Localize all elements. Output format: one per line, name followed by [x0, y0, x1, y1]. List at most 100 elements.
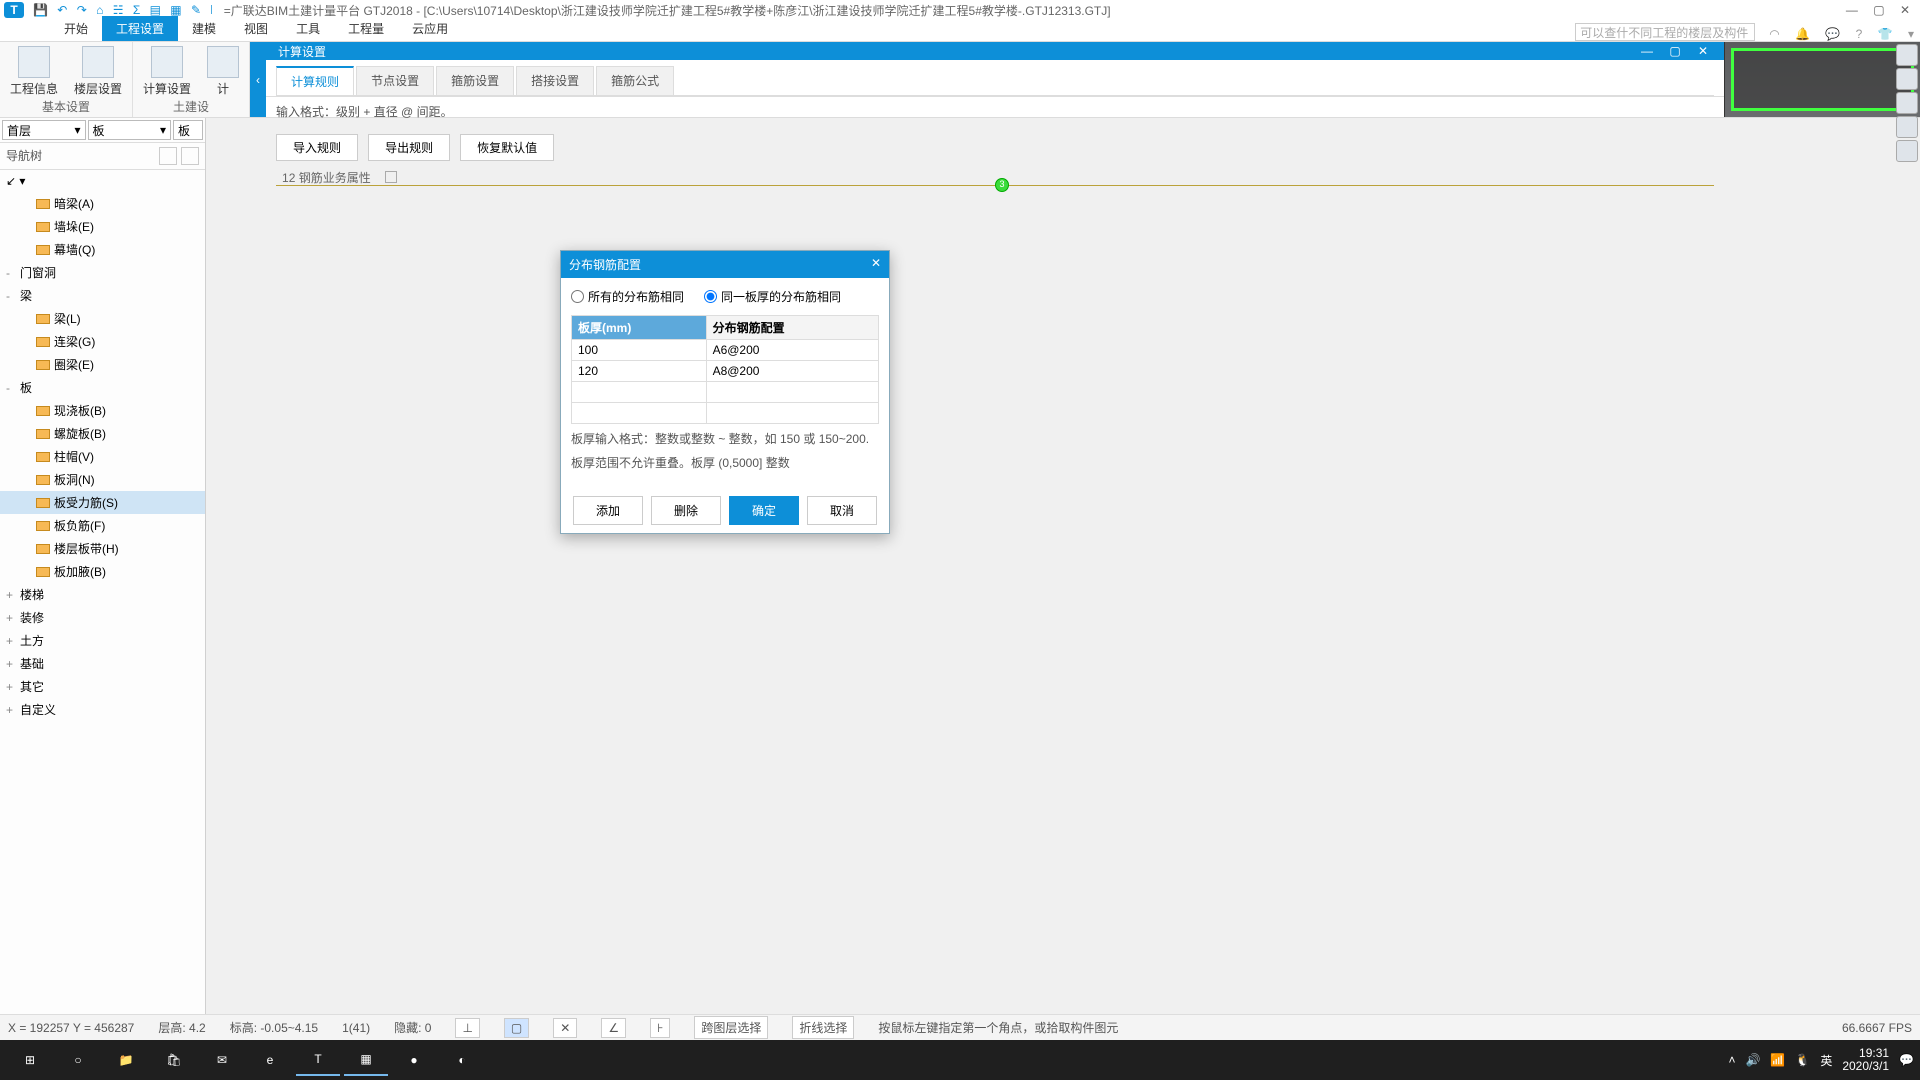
vp-tool-icon[interactable]: [1896, 68, 1918, 90]
snap-icon[interactable]: ∠: [601, 1018, 626, 1038]
btn-floor-settings[interactable]: 楼层设置: [74, 46, 122, 97]
nav-item[interactable]: 板负筋(F): [0, 514, 205, 537]
btn-delete[interactable]: 删除: [651, 496, 721, 525]
clock[interactable]: 19:31 2020/3/1: [1842, 1047, 1889, 1073]
qat-icon[interactable]: ☵: [113, 3, 124, 17]
nav-item[interactable]: +土方: [0, 629, 205, 652]
app-icon[interactable]: ◐: [440, 1044, 484, 1076]
tab-calc-rule[interactable]: 计算规则: [276, 66, 354, 95]
maximize-button[interactable]: ▢: [1873, 3, 1884, 17]
btn-calc2[interactable]: 计: [207, 46, 239, 97]
list-view-icon[interactable]: [159, 147, 177, 165]
nav-item[interactable]: -梁: [0, 284, 205, 307]
snap-icon[interactable]: ⊥: [455, 1018, 479, 1038]
start-button[interactable]: ⊞: [8, 1044, 52, 1076]
nav-item[interactable]: 板洞(N): [0, 468, 205, 491]
app-icon[interactable]: T: [296, 1044, 340, 1076]
windows-taskbar[interactable]: ⊞ ○ 📁 🛍 ✉ e T ▦ ● ◐ ˄ 🔊 📶 🐧 英 19:31 2020…: [0, 1040, 1920, 1080]
chat-icon[interactable]: 💬: [1825, 27, 1840, 41]
floor-dropdown[interactable]: 首层▾: [2, 120, 86, 140]
btn-add[interactable]: 添加: [573, 496, 643, 525]
nav-item[interactable]: +装修: [0, 606, 205, 629]
cortana-icon[interactable]: ○: [56, 1044, 100, 1076]
btn-polyline[interactable]: 折线选择: [792, 1016, 854, 1039]
cell[interactable]: A6@200: [706, 340, 878, 361]
sq-icon[interactable]: [385, 171, 397, 183]
ribbon-tab-model[interactable]: 建模: [178, 16, 230, 41]
volume-icon[interactable]: 🔊: [1745, 1053, 1760, 1067]
panel-max-icon[interactable]: ▢: [1666, 42, 1684, 60]
nav-item[interactable]: 墙垛(E): [0, 215, 205, 238]
edge-icon[interactable]: e: [248, 1044, 292, 1076]
nav-item[interactable]: 楼层板带(H): [0, 537, 205, 560]
system-tray[interactable]: ˄ 🔊 📶 🐧 英 19:31 2020/3/1 💬: [1728, 1047, 1914, 1073]
nav-item[interactable]: +基础: [0, 652, 205, 675]
mail-icon[interactable]: ✉: [200, 1044, 244, 1076]
network-icon[interactable]: 📶: [1770, 1053, 1785, 1067]
nav-item[interactable]: +楼梯: [0, 583, 205, 606]
cell[interactable]: 120: [572, 361, 707, 382]
user-icon[interactable]: ◠: [1769, 27, 1779, 41]
btn-proj-info[interactable]: 工程信息: [10, 46, 58, 97]
radio-input[interactable]: [571, 290, 584, 303]
radio-input[interactable]: [704, 290, 717, 303]
panel-close-icon[interactable]: ✕: [1694, 42, 1712, 60]
ribbon-tab-qty[interactable]: 工程量: [334, 16, 398, 41]
nav-item[interactable]: 连梁(G): [0, 330, 205, 353]
table-row[interactable]: 120A8@200: [572, 361, 879, 382]
qat-icon[interactable]: ⌂: [96, 3, 103, 17]
qat-undo-icon[interactable]: ↶: [57, 3, 67, 17]
btn-cross-layer[interactable]: 跨图层选择: [694, 1016, 768, 1039]
ribbon-tab-start[interactable]: 开始: [50, 16, 102, 41]
btn-export-rule[interactable]: 导出规则: [368, 134, 450, 161]
ribbon-search[interactable]: 可以查什不同工程的楼层及构件类型吗?: [1575, 23, 1755, 41]
radio-by-thickness[interactable]: 同一板厚的分布筋相同: [704, 288, 841, 305]
snap-icon[interactable]: ✕: [553, 1018, 577, 1038]
nav-item[interactable]: -板: [0, 376, 205, 399]
tab-formula[interactable]: 箍筋公式: [596, 66, 674, 95]
nav-item[interactable]: 柱帽(V): [0, 445, 205, 468]
nav-item[interactable]: -门窗洞: [0, 261, 205, 284]
panel-min-icon[interactable]: —: [1638, 42, 1656, 60]
cad-icon[interactable]: ▦: [344, 1044, 388, 1076]
btn-calc-settings[interactable]: 计算设置: [143, 46, 191, 97]
qat-icon[interactable]: ✎: [191, 3, 201, 17]
snap-icon[interactable]: ▢: [504, 1018, 529, 1038]
tab-stirrup[interactable]: 箍筋设置: [436, 66, 514, 95]
vp-tool-icon[interactable]: [1896, 140, 1918, 162]
ribbon-collapse[interactable]: ‹: [250, 42, 266, 117]
nav-item[interactable]: 螺旋板(B): [0, 422, 205, 445]
ribbon-tab-view[interactable]: 视图: [230, 16, 282, 41]
btn-restore-default[interactable]: 恢复默认值: [460, 134, 554, 161]
th-thickness[interactable]: 板厚(mm): [572, 316, 707, 340]
nav-item[interactable]: 梁(L): [0, 307, 205, 330]
tab-node[interactable]: 节点设置: [356, 66, 434, 95]
cell[interactable]: A8@200: [706, 361, 878, 382]
tray-up-icon[interactable]: ˄: [1728, 1053, 1735, 1067]
explorer-icon[interactable]: 📁: [104, 1044, 148, 1076]
snap-icon[interactable]: ⊦: [650, 1018, 670, 1038]
nav-item[interactable]: 现浇板(B): [0, 399, 205, 422]
type-dropdown[interactable]: 板▾: [88, 120, 172, 140]
vp-tool-icon[interactable]: [1896, 116, 1918, 138]
btn-import-rule[interactable]: 导入规则: [276, 134, 358, 161]
notifications-icon[interactable]: 💬: [1899, 1053, 1914, 1067]
close-button[interactable]: ✕: [1900, 3, 1910, 17]
navtree[interactable]: 暗梁(A)墙垛(E)幕墙(Q)-门窗洞-梁梁(L)连梁(G)圈梁(E)-板现浇板…: [0, 192, 205, 1014]
ime-indicator[interactable]: 英: [1820, 1052, 1832, 1069]
qat-icon[interactable]: ▦: [170, 3, 181, 17]
bell-icon[interactable]: 🔔: [1795, 27, 1810, 41]
nav-item[interactable]: +其它: [0, 675, 205, 698]
qat-icon[interactable]: ꘡: [210, 3, 212, 17]
ruler[interactable]: 3: [276, 185, 1714, 186]
nav-item[interactable]: 圈梁(E): [0, 353, 205, 376]
viewport-3d[interactable]: [1724, 42, 1920, 117]
more-icon[interactable]: ▾: [1908, 27, 1914, 41]
gear-icon[interactable]: 👕: [1878, 27, 1893, 41]
qat-save-icon[interactable]: 💾: [33, 3, 48, 17]
btn-cancel[interactable]: 取消: [807, 496, 877, 525]
ruler-mark[interactable]: 3: [995, 178, 1009, 192]
ribbon-tab-cloud[interactable]: 云应用: [398, 16, 462, 41]
qat-icon[interactable]: ▤: [150, 3, 161, 17]
th-rebar[interactable]: 分布钢筋配置: [706, 316, 878, 340]
